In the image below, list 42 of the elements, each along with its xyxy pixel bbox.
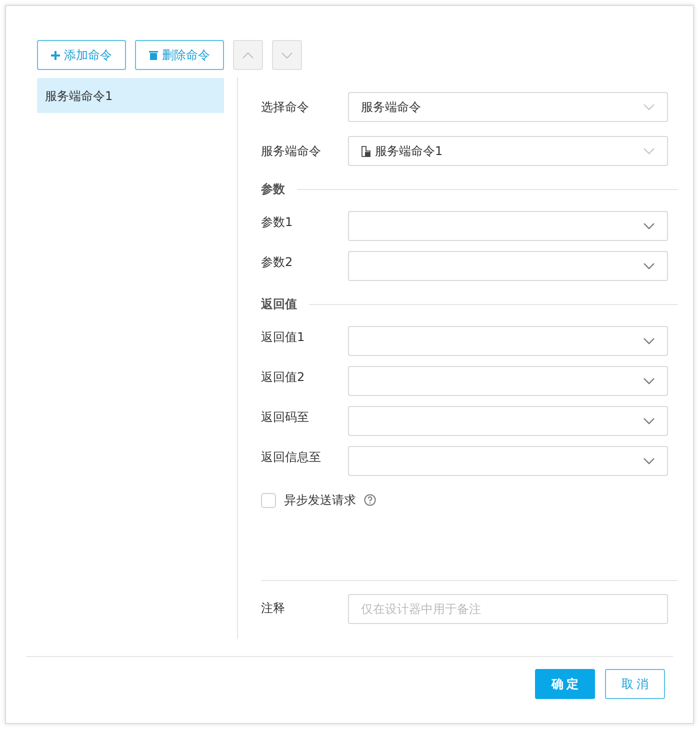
chevron-down-icon: [643, 147, 655, 155]
select-value: 服务端命令: [361, 99, 422, 116]
select-value: 服务端命令1: [375, 143, 444, 160]
field-label: 返回值2: [261, 369, 306, 386]
chevron-down-icon: [643, 337, 655, 345]
select-field[interactable]: [348, 406, 668, 436]
chevron-down-icon: [643, 457, 655, 465]
section-title: 参数: [261, 181, 285, 198]
cancel-button[interactable]: 取消: [605, 669, 665, 699]
select-field[interactable]: [348, 251, 668, 281]
select-field[interactable]: [348, 366, 668, 396]
checkbox-label: 异步发送请求: [284, 492, 356, 509]
select-field[interactable]: 服务端命令1: [348, 136, 668, 166]
chevron-down-icon: [643, 262, 655, 270]
command-list-item[interactable]: 服务端命令1: [37, 78, 224, 113]
add-command-button[interactable]: 添加命令: [37, 40, 126, 70]
chevron-up-icon: [242, 52, 254, 58]
help-icon[interactable]: [364, 494, 376, 506]
field-label: 返回值1: [261, 329, 306, 346]
field-label: 返回信息至: [261, 449, 322, 466]
section-title: 返回值: [261, 296, 297, 313]
select-field[interactable]: [348, 326, 668, 356]
select-field[interactable]: [348, 211, 668, 241]
chevron-down-icon: [643, 222, 655, 230]
field-label: 参数2: [261, 254, 294, 271]
trash-icon: [149, 50, 158, 60]
field-label: 注释: [261, 600, 286, 617]
field-label: 返回码至: [261, 409, 310, 426]
checkbox[interactable]: [261, 492, 276, 508]
select-field[interactable]: 服务端命令: [348, 92, 668, 122]
field-label: 选择命令: [261, 99, 310, 116]
chevron-down-icon: [643, 417, 655, 425]
field-label: 参数1: [261, 214, 294, 231]
chevron-down-icon: [643, 377, 655, 385]
comment-field[interactable]: 仅在设计器中用于备注: [348, 594, 668, 624]
delete-command-button[interactable]: 删除命令: [135, 40, 224, 70]
confirm-button[interactable]: 确定: [535, 669, 595, 699]
plus-icon: [51, 50, 60, 60]
select-field[interactable]: [348, 446, 668, 476]
chevron-down-icon: [643, 103, 655, 111]
chevron-down-icon: [281, 52, 293, 58]
field-label: 服务端命令: [261, 143, 322, 160]
